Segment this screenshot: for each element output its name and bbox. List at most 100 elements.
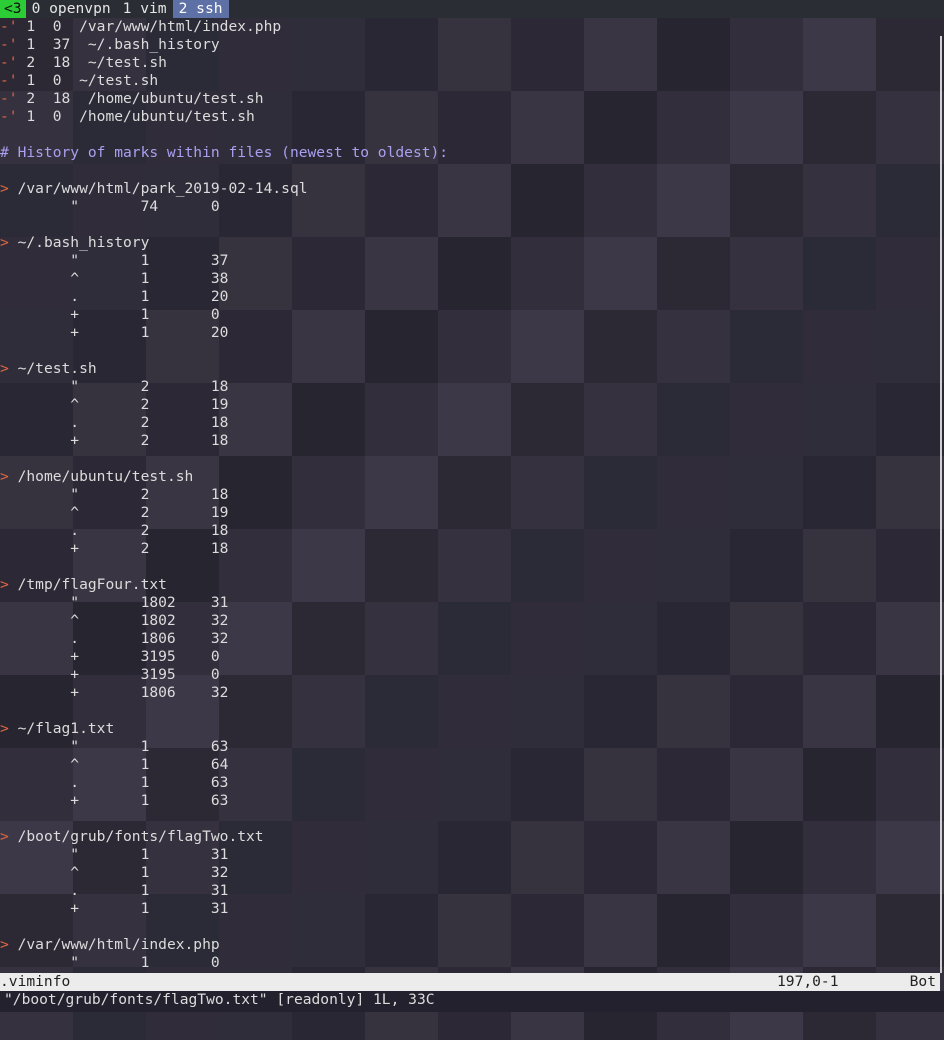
terminal-window[interactable]: <3 0 openvpn 1 vim 2 ssh -' 1 0 /var/www/ht… <box>0 0 944 1012</box>
history-file-line: > ~/flag1.txt <box>0 720 944 738</box>
history-mark-line: ^ 2 19 <box>0 396 944 414</box>
mark-entry: ^ 2 19 <box>0 396 229 413</box>
history-file-name: ~/.bash_history <box>8 234 150 251</box>
mark-entry: " 74 0 <box>0 198 220 215</box>
tmux-status-indicator: <3 <box>0 0 26 18</box>
mark-entry: + 3195 0 <box>0 648 220 665</box>
mark-entry: ^ 1 32 <box>0 864 229 881</box>
mark-entry: + 2 18 <box>0 432 229 449</box>
history-heading-text: # History of marks within files (newest … <box>0 144 449 161</box>
mark-entry: . 2 18 <box>0 414 229 431</box>
mark-entry: + 1 63 <box>0 792 229 809</box>
history-file-name: /home/ubuntu/test.sh <box>8 468 194 485</box>
history-file-line: > /tmp/flagFour.txt <box>0 576 944 594</box>
history-file-line: > ~/test.sh <box>0 360 944 378</box>
jump-entry: 2 18 /home/ubuntu/test.sh <box>17 90 264 107</box>
status-scroll-position: Bot <box>909 973 936 990</box>
history-mark-line: " 1 31 <box>0 846 944 864</box>
jump-entry: 1 37 ~/.bash_history <box>17 36 220 53</box>
history-mark-line: ^ 1802 32 <box>0 612 944 630</box>
history-mark-line: ^ 1 64 <box>0 756 944 774</box>
mark-entry: + 1 31 <box>0 900 229 917</box>
history-file-name: ~/flag1.txt <box>8 720 115 737</box>
jump-entry: 1 0 /var/www/html/index.php <box>17 18 282 35</box>
history-mark-line: . 1806 32 <box>0 630 944 648</box>
jump-mark: -' <box>0 54 18 71</box>
history-mark-line: + 1 0 <box>0 306 944 324</box>
history-file-line: > ~/.bash_history <box>0 234 944 252</box>
jumplist-line: -' 2 18 /home/ubuntu/test.sh <box>0 90 944 108</box>
jumplist-line: -' 1 0 ~/test.sh <box>0 72 944 90</box>
mark-entry: . 1806 32 <box>0 630 229 647</box>
window-edge-bar <box>940 36 942 973</box>
file-marker: > <box>0 180 9 197</box>
history-mark-line: . 1 31 <box>0 882 944 900</box>
mark-entry: " 1 37 <box>0 252 229 269</box>
mark-entry: " 1 0 <box>0 954 220 971</box>
history-file-line: > /boot/grub/fonts/flagTwo.txt <box>0 828 944 846</box>
mark-entry: + 1 20 <box>0 324 229 341</box>
jump-mark: -' <box>0 90 18 107</box>
history-mark-line: + 1 63 <box>0 792 944 810</box>
tmux-tab-ssh[interactable]: 2 ssh <box>172 0 229 18</box>
mark-entry: . 1 63 <box>0 774 229 791</box>
history-mark-line: ^ 1 32 <box>0 864 944 882</box>
history-mark-line: . 2 18 <box>0 414 944 432</box>
mark-entry: + 2 18 <box>0 540 229 557</box>
jump-entry: 1 0 /home/ubuntu/test.sh <box>17 108 255 125</box>
mark-entry: " 2 18 <box>0 378 229 395</box>
history-heading: # History of marks within files (newest … <box>0 144 944 162</box>
history-file-name: /var/www/html/park_2019-02-14.sql <box>8 180 308 197</box>
history-mark-line: . 1 20 <box>0 288 944 306</box>
history-file-name: /tmp/flagFour.txt <box>8 576 167 593</box>
status-cursor-position: 197,0-1 <box>777 973 839 990</box>
tmux-tab-vim[interactable]: 1 vim <box>117 0 173 18</box>
history-file-name: /var/www/html/index.php <box>8 936 220 953</box>
history-mark-line: " 1802 31 <box>0 594 944 612</box>
history-mark-line: + 3195 0 <box>0 666 944 684</box>
jump-mark: -' <box>0 72 18 89</box>
mark-entry: ^ 2 19 <box>0 504 229 521</box>
history-mark-line: + 2 18 <box>0 540 944 558</box>
history-file-line: > /var/www/html/index.php <box>0 936 944 954</box>
history-mark-line: ^ 1 38 <box>0 270 944 288</box>
history-mark-line: . 1 63 <box>0 774 944 792</box>
status-filename: .viminfo <box>0 973 71 990</box>
mark-entry: " 1 31 <box>0 846 229 863</box>
mark-entry: " 1802 31 <box>0 594 229 611</box>
vim-command-line[interactable]: "/boot/grub/fonts/flagTwo.txt" [readonly… <box>0 991 944 1012</box>
jumplist-line: -' 1 37 ~/.bash_history <box>0 36 944 54</box>
jumplist-line: -' 2 18 ~/test.sh <box>0 54 944 72</box>
history-mark-line: + 1 31 <box>0 900 944 918</box>
vim-buffer[interactable]: -' 1 0 /var/www/html/index.php -' 1 37 ~/… <box>0 18 944 972</box>
history-mark-line: + 1 20 <box>0 324 944 342</box>
history-mark-line: " 1 63 <box>0 738 944 756</box>
history-mark-line: " 2 18 <box>0 378 944 396</box>
mark-entry: . 1 31 <box>0 882 229 899</box>
jump-mark: -' <box>0 108 18 125</box>
tmux-tab-openvpn[interactable]: 0 openvpn <box>26 0 117 18</box>
tmux-status-bar: <3 0 openvpn 1 vim 2 ssh <box>0 0 944 18</box>
history-mark-line: + 1806 32 <box>0 684 944 702</box>
mark-entry: + 1 0 <box>0 306 220 323</box>
file-marker: > <box>0 720 9 737</box>
mark-entry: " 1 63 <box>0 738 229 755</box>
mark-entry: . 1 20 <box>0 288 229 305</box>
jump-entry: 1 0 ~/test.sh <box>17 72 159 89</box>
mark-entry: ^ 1 38 <box>0 270 229 287</box>
mark-entry: ^ 1 64 <box>0 756 229 773</box>
history-mark-line: " 2 18 <box>0 486 944 504</box>
mark-entry: ^ 1802 32 <box>0 612 229 629</box>
history-file-line: > /var/www/html/park_2019-02-14.sql <box>0 180 944 198</box>
jump-mark: -' <box>0 18 18 35</box>
file-marker: > <box>0 360 9 377</box>
history-mark-line: " 74 0 <box>0 198 944 216</box>
mark-entry: . 2 18 <box>0 522 229 539</box>
history-file-line: > /home/ubuntu/test.sh <box>0 468 944 486</box>
